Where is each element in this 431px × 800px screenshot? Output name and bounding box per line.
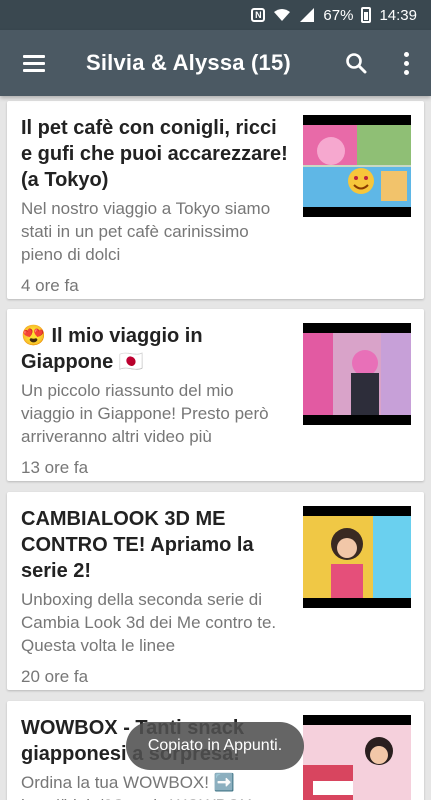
status-bar: N 67% 14:39 bbox=[0, 0, 431, 30]
video-title: Il pet cafè con conigli, ricci e gufi ch… bbox=[21, 117, 288, 191]
thumbnail-image bbox=[303, 333, 411, 415]
more-options-button[interactable] bbox=[381, 30, 431, 96]
video-title: 😍 Il mio viaggio in Giappone 🇯🇵 bbox=[21, 325, 203, 373]
thumbnail-image bbox=[303, 516, 411, 598]
video-thumbnail[interactable] bbox=[303, 115, 411, 217]
video-time: 4 ore fa bbox=[21, 276, 79, 295]
battery-percent: 67% bbox=[323, 6, 354, 24]
page-title: Silvia & Alyssa (15) bbox=[86, 50, 291, 75]
app-bar: Silvia & Alyssa (15) bbox=[0, 30, 431, 96]
search-icon bbox=[346, 53, 367, 74]
video-description: Un piccolo riassunto del mio viaggio in … bbox=[21, 381, 269, 446]
video-title: CAMBIALOOK 3D ME CONTRO TE! Apriamo la s… bbox=[21, 508, 254, 582]
signal-icon bbox=[300, 8, 315, 22]
video-description: Ordina la tua WOWBOX! ➡️ http://bit.ly/2… bbox=[21, 773, 252, 800]
video-card[interactable]: 😍 Il mio viaggio in Giappone 🇯🇵 Un picco… bbox=[7, 309, 424, 481]
video-thumbnail[interactable] bbox=[303, 506, 411, 608]
video-card[interactable]: Il pet cafè con conigli, ricci e gufi ch… bbox=[7, 101, 424, 299]
clock: 14:39 bbox=[379, 6, 417, 24]
battery-icon bbox=[361, 7, 372, 23]
video-thumbnail[interactable] bbox=[303, 715, 411, 800]
nfc-icon: N bbox=[251, 8, 266, 22]
wifi-icon bbox=[274, 9, 291, 21]
toast-message: Copiato in Appunti. bbox=[126, 722, 304, 770]
video-time: 13 ore fa bbox=[21, 458, 89, 477]
video-time: 20 ore fa bbox=[21, 667, 89, 686]
video-thumbnail[interactable] bbox=[303, 323, 411, 425]
video-description: Unboxing della seconda serie di Cambia L… bbox=[21, 590, 277, 655]
thumbnail-image bbox=[303, 725, 411, 800]
menu-icon[interactable] bbox=[0, 30, 68, 96]
more-vert-icon bbox=[403, 51, 409, 75]
thumbnail-image bbox=[303, 125, 411, 207]
search-button[interactable] bbox=[331, 30, 381, 96]
video-card[interactable]: CAMBIALOOK 3D ME CONTRO TE! Apriamo la s… bbox=[7, 492, 424, 690]
video-description: Nel nostro viaggio a Tokyo siamo stati i… bbox=[21, 199, 271, 264]
